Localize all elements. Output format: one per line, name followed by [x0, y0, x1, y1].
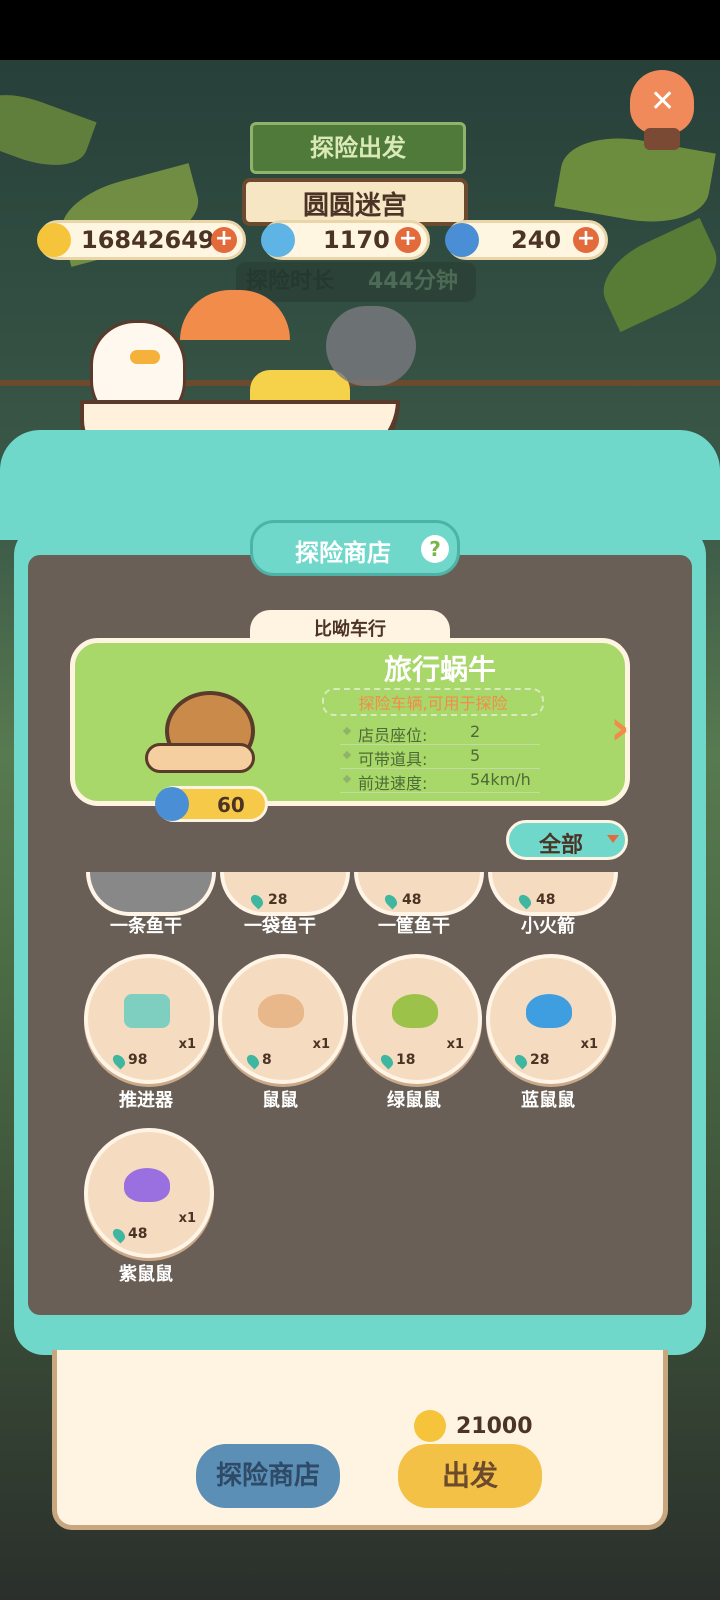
location-plaque: 圆圆迷宫 — [242, 178, 468, 226]
blue-banana-icon — [155, 787, 189, 821]
item-name: 紫鼠鼠 — [119, 1264, 173, 1285]
mouse-icon — [258, 994, 304, 1028]
filter-dropdown[interactable]: 全部 — [506, 820, 628, 860]
shop-title: 探险商店 — [295, 539, 391, 567]
add-flame-button[interactable]: + — [395, 227, 421, 253]
item-name: 一袋鱼干 — [244, 916, 316, 937]
banner-title: 探险出发 — [310, 134, 406, 162]
blue-banana-icon — [445, 223, 479, 257]
location-name: 圆圆迷宫 — [302, 191, 407, 221]
blue-mouse-icon — [526, 994, 572, 1028]
vendor-name: 比呦车行 — [314, 619, 386, 640]
featured-price[interactable]: 60 — [155, 786, 268, 822]
add-banana-button[interactable]: + — [211, 227, 237, 253]
next-arrow-button[interactable]: › — [604, 698, 654, 758]
leaf-decoration — [0, 81, 97, 179]
item-name: 推进器 — [119, 1090, 173, 1111]
thruster-icon — [124, 994, 170, 1028]
banana-icon — [414, 1410, 446, 1442]
stat-row: 前进速度: 54km/h — [340, 768, 540, 793]
item-card-mouse[interactable]: 8 x1 — [218, 954, 348, 1084]
currency-blue-flame: 1170 + — [261, 220, 430, 260]
cost-display: 21000 — [414, 1410, 534, 1446]
stat-row: 可带道具: 5 — [340, 744, 540, 769]
featured-name: 旅行蜗牛 — [383, 653, 496, 686]
go-button[interactable]: 出发 — [398, 1444, 542, 1508]
bottom-panel — [52, 1350, 668, 1530]
item-name: 蓝鼠鼠 — [521, 1090, 575, 1111]
item-card-purple-mouse[interactable]: 48 x1 — [84, 1128, 214, 1258]
item-name: 小火箭 — [521, 916, 575, 937]
currency-blue-banana: 240 + — [445, 220, 608, 260]
currency-banana: 168426492 + — [37, 220, 246, 260]
umbrella — [180, 290, 290, 340]
chevron-right-icon: › — [610, 700, 630, 756]
item-name: 绿鼠鼠 — [387, 1090, 441, 1111]
item-name: 一条鱼干 — [110, 916, 182, 937]
add-blue-banana-button[interactable]: + — [573, 227, 599, 253]
leaf-decoration — [590, 217, 720, 333]
green-mouse-icon — [392, 994, 438, 1028]
cat-character — [326, 306, 416, 386]
shop-title-tab: 探险商店 ? — [250, 520, 460, 576]
stat-row: 店员座位: 2 — [340, 720, 540, 745]
chevron-down-icon — [607, 835, 619, 843]
item-card-green-mouse[interactable]: 18 x1 — [352, 954, 482, 1084]
help-button[interactable]: ? — [421, 535, 449, 563]
featured-desc: 探险车辆,可用于探险 — [322, 688, 544, 716]
close-icon: ✕ — [650, 84, 676, 119]
item-name: 一筐鱼干 — [378, 916, 450, 937]
item-card-thruster[interactable]: 98 x1 — [84, 954, 214, 1084]
header-banner: 探险出发 — [250, 122, 466, 174]
close-button[interactable]: ✕ — [630, 70, 694, 150]
shop-button[interactable]: 探险商店 — [196, 1444, 340, 1508]
item-card-blue-mouse[interactable]: 28 x1 — [486, 954, 616, 1084]
blue-flame-icon — [261, 223, 295, 257]
purple-mouse-icon — [124, 1168, 170, 1202]
banana-icon — [37, 223, 71, 257]
item-name: 鼠鼠 — [262, 1090, 298, 1111]
